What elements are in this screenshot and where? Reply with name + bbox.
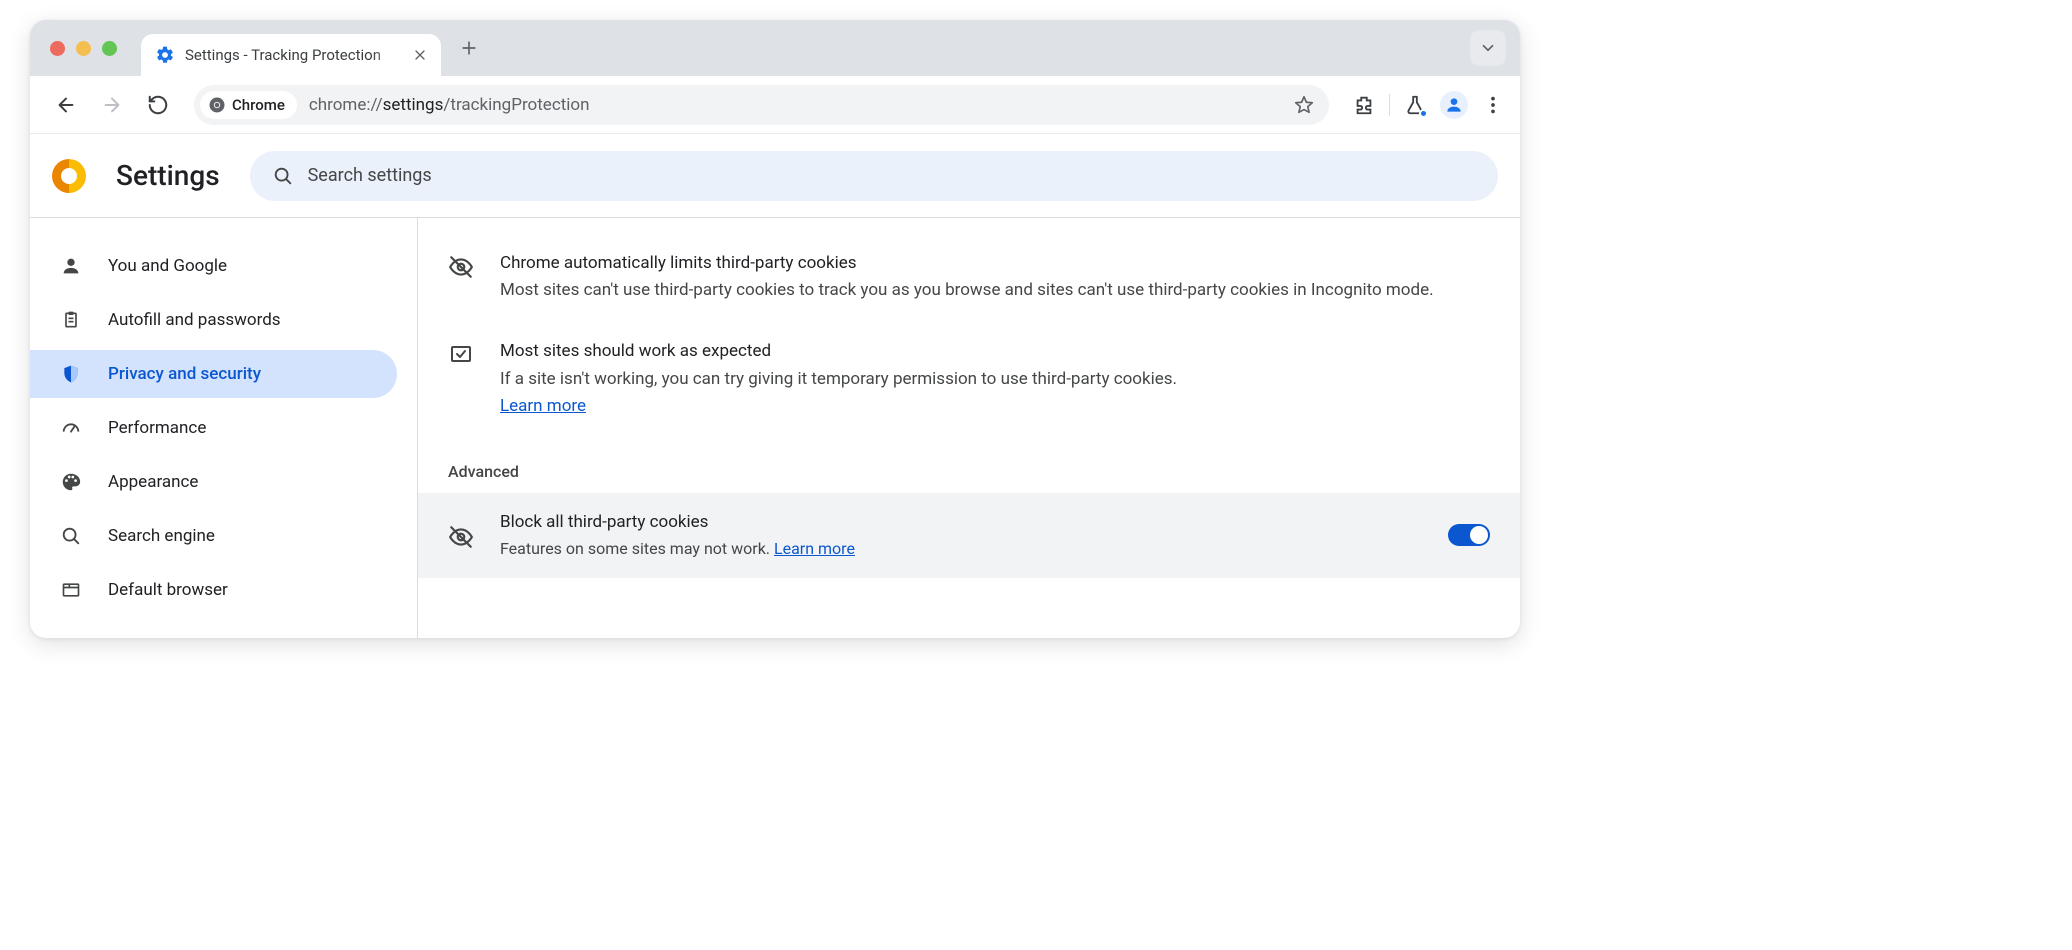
back-button[interactable] [46, 85, 86, 125]
row-title: Block all third-party cookies [500, 509, 1422, 536]
menu-button[interactable] [1482, 94, 1504, 116]
profile-button[interactable] [1440, 91, 1468, 119]
search-icon [60, 525, 82, 547]
close-tab-button[interactable] [411, 46, 429, 64]
sidebar-label: Search engine [108, 526, 215, 546]
divider [1389, 94, 1390, 116]
clipboard-icon [60, 310, 82, 330]
person-icon [60, 255, 82, 277]
section-heading-advanced: Advanced [418, 444, 1520, 493]
site-info-label: Chrome [232, 96, 285, 114]
visibility-off-icon [448, 250, 474, 304]
url-display: chrome://settings/trackingProtection [309, 95, 1285, 115]
bookmark-button[interactable] [1293, 94, 1315, 116]
sidebar-label: Appearance [108, 472, 198, 492]
row-subtitle: Features on some sites may not work. Lea… [500, 536, 1422, 562]
row-title: Chrome automatically limits third-party … [500, 250, 1490, 277]
minimize-window-button[interactable] [76, 41, 91, 56]
sidebar-item-performance[interactable]: Performance [30, 404, 397, 452]
address-bar[interactable]: Chrome chrome://settings/trackingProtect… [194, 85, 1329, 125]
site-info-chip[interactable]: Chrome [200, 91, 297, 119]
tab-title: Settings - Tracking Protection [185, 46, 405, 64]
sidebar-label: You and Google [108, 256, 227, 276]
learn-more-link[interactable]: Learn more [774, 539, 855, 558]
search-settings-input[interactable]: Search settings [250, 151, 1498, 201]
row-subtitle: Most sites can't use third-party cookies… [500, 277, 1490, 304]
tab-strip: Settings - Tracking Protection [30, 20, 1520, 76]
row-title: Most sites should work as expected [500, 338, 1490, 365]
maximize-window-button[interactable] [102, 41, 117, 56]
tab-search-button[interactable] [1470, 30, 1506, 66]
browser-window: Settings - Tracking Protection Chrome [30, 20, 1520, 638]
learn-more-link[interactable]: Learn more [500, 396, 586, 416]
new-tab-button[interactable] [451, 30, 487, 66]
sidebar-item-default-browser[interactable]: Default browser [30, 566, 397, 614]
sidebar-item-autofill[interactable]: Autofill and passwords [30, 296, 397, 344]
sidebar-item-search-engine[interactable]: Search engine [30, 512, 397, 560]
checkbox-icon [448, 338, 474, 420]
sidebar-label: Privacy and security [108, 364, 261, 384]
chrome-logo-icon [52, 159, 86, 193]
sidebar-label: Default browser [108, 580, 228, 600]
forward-button[interactable] [92, 85, 132, 125]
main-content: Chrome automatically limits third-party … [418, 218, 1520, 638]
search-placeholder: Search settings [308, 165, 432, 186]
close-window-button[interactable] [50, 41, 65, 56]
block-cookies-toggle[interactable] [1448, 524, 1490, 546]
browser-tab[interactable]: Settings - Tracking Protection [141, 34, 441, 76]
extensions-button[interactable] [1353, 94, 1375, 116]
sidebar-label: Performance [108, 418, 206, 438]
toolbar: Chrome chrome://settings/trackingProtect… [30, 76, 1520, 134]
toolbar-actions [1345, 91, 1504, 119]
settings-header: Settings Search settings [30, 134, 1520, 218]
block-all-cookies-row[interactable]: Block all third-party cookies Features o… [418, 493, 1520, 578]
sidebar: You and Google Autofill and passwords Pr… [30, 218, 418, 638]
info-row-sites-work: Most sites should work as expected If a … [418, 328, 1520, 444]
info-row-cookies-limited: Chrome automatically limits third-party … [418, 240, 1520, 328]
sidebar-item-you-and-google[interactable]: You and Google [30, 242, 397, 290]
shield-icon [60, 364, 82, 384]
speedometer-icon [60, 417, 82, 439]
browser-icon [60, 580, 82, 600]
palette-icon [60, 471, 82, 493]
sidebar-item-privacy[interactable]: Privacy and security [30, 350, 397, 398]
visibility-off-icon [448, 520, 474, 550]
gear-icon [155, 45, 175, 65]
row-subtitle: If a site isn't working, you can try giv… [500, 366, 1490, 393]
page-title: Settings [116, 159, 220, 192]
sidebar-item-appearance[interactable]: Appearance [30, 458, 397, 506]
window-controls [44, 20, 127, 76]
search-icon [272, 165, 294, 187]
labs-button[interactable] [1404, 94, 1426, 116]
reload-button[interactable] [138, 85, 178, 125]
sidebar-label: Autofill and passwords [108, 310, 281, 330]
chrome-icon [208, 96, 226, 114]
settings-body: You and Google Autofill and passwords Pr… [30, 218, 1520, 638]
